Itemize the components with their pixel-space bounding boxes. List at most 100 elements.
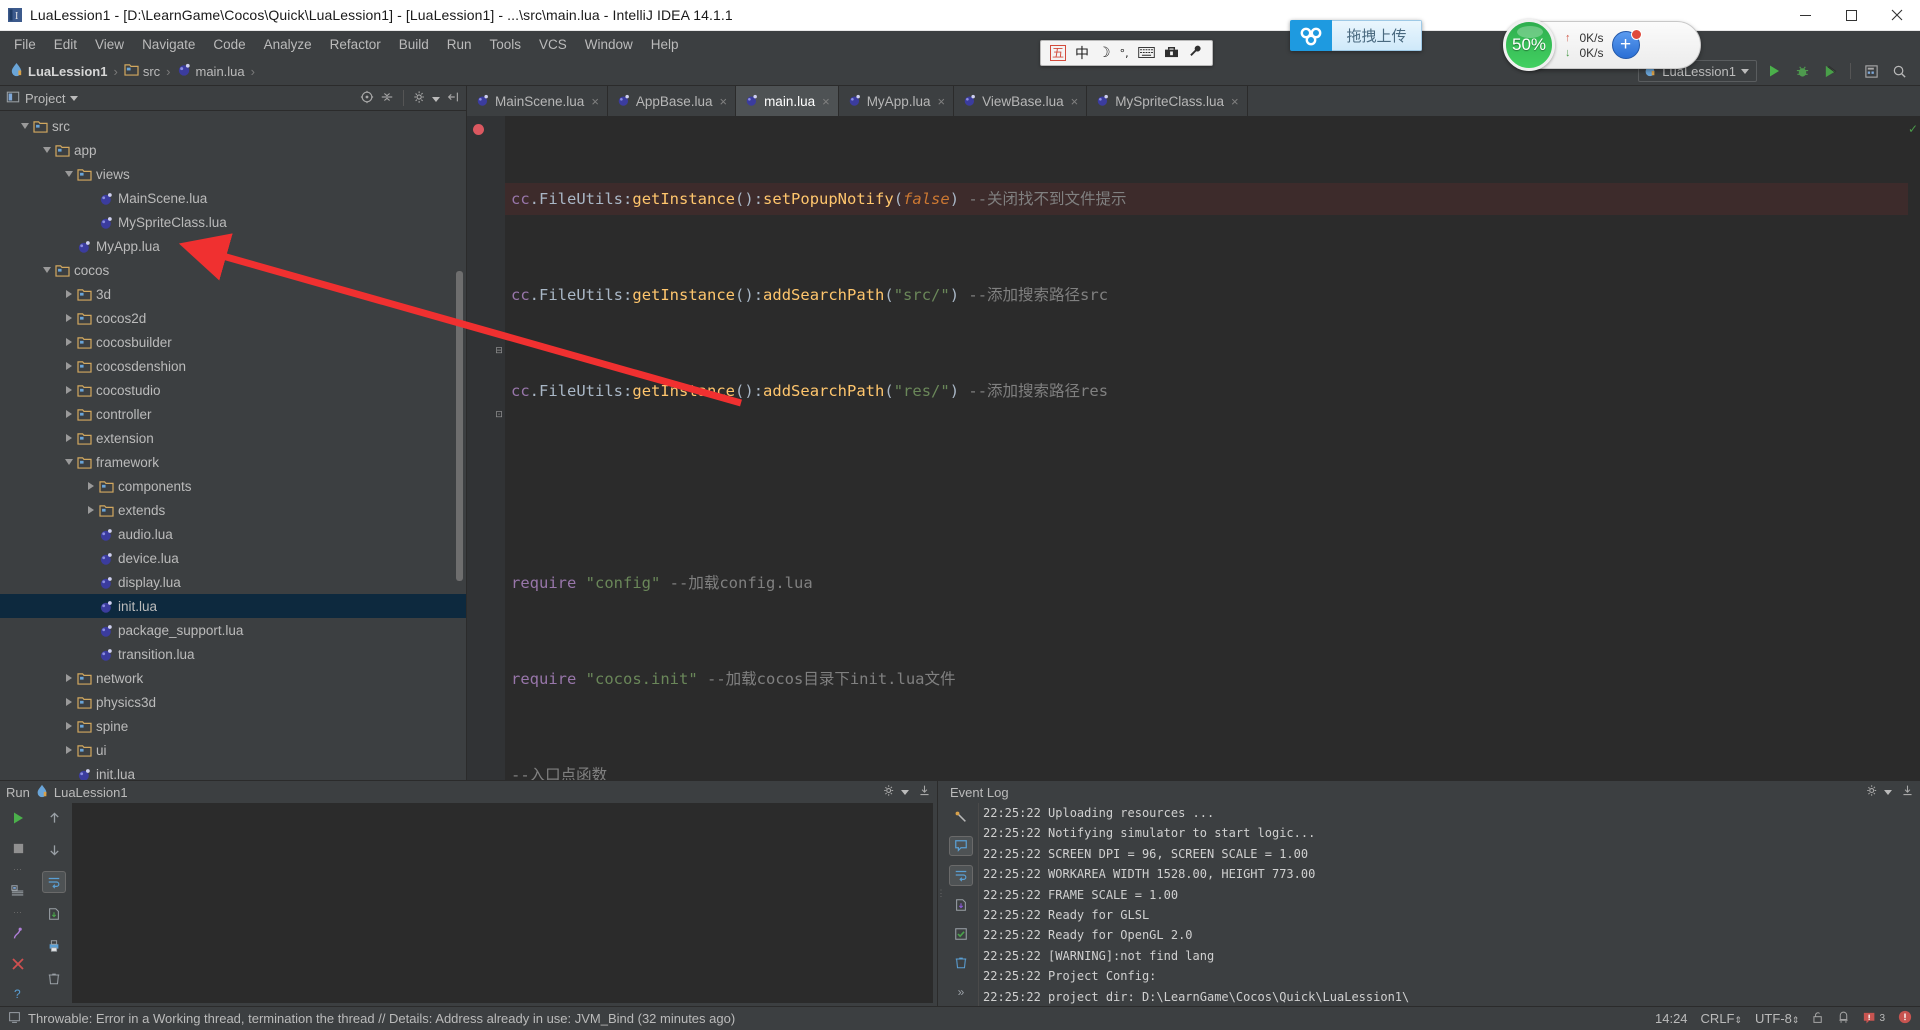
tree-item[interactable]: audio.lua <box>0 522 466 546</box>
chevron-down-icon[interactable] <box>40 264 53 277</box>
editor-tab[interactable]: MainScene.lua × <box>467 86 608 116</box>
lock-icon[interactable] <box>1812 1011 1824 1027</box>
project-tree[interactable]: src app views MainScene.lua MySpriteClass.lu… <box>0 111 466 780</box>
fold-column[interactable]: ⊟ ⊡ <box>493 116 505 780</box>
scroll-up-button[interactable] <box>42 807 66 829</box>
error-indicator-icon[interactable] <box>1898 1010 1912 1027</box>
search-everywhere-icon[interactable] <box>1888 60 1910 82</box>
chevron-right-icon[interactable] <box>62 672 75 685</box>
chevron-right-icon[interactable] <box>62 696 75 709</box>
menu-analyze[interactable]: Analyze <box>255 34 321 55</box>
event-log-gear-icon[interactable] <box>1866 784 1892 800</box>
breakpoint-icon[interactable] <box>473 124 484 135</box>
hector-inspection-icon[interactable] <box>1837 1010 1850 1027</box>
breadcrumb-project[interactable]: LuaLession1 <box>6 61 110 81</box>
close-run-tab-button[interactable] <box>6 953 30 975</box>
mark-all-read-button[interactable] <box>949 924 973 944</box>
menu-navigate[interactable]: Navigate <box>133 34 204 55</box>
tree-item[interactable]: transition.lua <box>0 642 466 666</box>
run-console-output[interactable] <box>72 803 933 1003</box>
ime-language-toggle[interactable]: 中 <box>1075 43 1089 63</box>
ime-mode-icon[interactable]: 五 <box>1050 45 1067 61</box>
close-icon[interactable]: × <box>937 94 945 109</box>
chevron-down-icon[interactable] <box>62 456 75 469</box>
tree-item[interactable]: physics3d <box>0 690 466 714</box>
tree-item[interactable]: src <box>0 114 466 138</box>
menu-refactor[interactable]: Refactor <box>321 34 390 55</box>
rerun-button[interactable] <box>6 807 30 829</box>
scroll-from-source-icon[interactable] <box>360 90 374 107</box>
chevron-right-icon[interactable] <box>62 336 75 349</box>
ime-punctuation-icon[interactable]: °, <box>1120 47 1129 60</box>
view-breakpoints-button[interactable] <box>6 880 30 902</box>
expand-toolbar-button[interactable]: » <box>949 982 973 1002</box>
clear-all-button[interactable] <box>42 967 66 989</box>
event-count-badge[interactable]: 3 <box>1863 1012 1885 1026</box>
menu-run[interactable]: Run <box>438 34 481 55</box>
editor-tab[interactable]: main.lua × <box>736 86 839 116</box>
debug-button[interactable] <box>1791 60 1813 82</box>
editor-tab[interactable]: MySpriteClass.lua × <box>1087 86 1248 116</box>
editor-gutter[interactable] <box>467 116 493 780</box>
editor-tab[interactable]: AppBase.lua × <box>607 86 737 116</box>
keyboard-icon[interactable] <box>1137 46 1155 61</box>
minimize-button[interactable] <box>1782 0 1828 31</box>
project-tree-scrollbar[interactable] <box>456 271 463 581</box>
tree-item[interactable]: extends <box>0 498 466 522</box>
stop-button[interactable] <box>6 837 30 859</box>
close-icon[interactable]: × <box>822 94 830 109</box>
breadcrumb-src[interactable]: src <box>121 62 163 80</box>
code-content[interactable]: cc.FileUtils:getInstance():setPopupNotif… <box>505 116 1920 780</box>
menu-view[interactable]: View <box>86 34 133 55</box>
tree-item[interactable]: views <box>0 162 466 186</box>
menu-code[interactable]: Code <box>204 34 254 55</box>
add-widget-button[interactable]: + <box>1611 29 1642 59</box>
editor-tab[interactable]: ViewBase.lua × <box>954 86 1088 116</box>
chevron-right-icon[interactable] <box>62 360 75 373</box>
fold-marker-end[interactable]: ⊡ <box>494 409 504 419</box>
settings-wrench-icon[interactable] <box>949 807 973 827</box>
close-icon[interactable]: × <box>1231 94 1239 109</box>
event-log-clear-button[interactable] <box>949 953 973 973</box>
tree-item[interactable]: extension <box>0 426 466 450</box>
project-structure-button[interactable] <box>1860 60 1882 82</box>
chevron-down-icon[interactable] <box>40 144 53 157</box>
scroll-down-button[interactable] <box>42 839 66 861</box>
thread-dump-button[interactable] <box>6 923 30 945</box>
tree-item[interactable]: network <box>0 666 466 690</box>
tree-item[interactable]: components <box>0 474 466 498</box>
chevron-down-icon[interactable] <box>62 168 75 181</box>
fold-marker-start[interactable]: ⊟ <box>494 345 504 355</box>
tree-item[interactable]: controller <box>0 402 466 426</box>
status-message[interactable]: Throwable: Error in a Working thread, te… <box>28 1011 735 1026</box>
event-log-hide-icon[interactable] <box>1901 784 1914 800</box>
ime-toolbar[interactable]: 五 中 ☽ °, <box>1040 40 1213 66</box>
run-button[interactable] <box>1763 60 1785 82</box>
chevron-right-icon[interactable] <box>62 432 75 445</box>
tree-item[interactable]: cocostudio <box>0 378 466 402</box>
show-balloons-button[interactable] <box>949 836 973 857</box>
tree-item[interactable]: cocos <box>0 258 466 282</box>
chevron-right-icon[interactable] <box>62 720 75 733</box>
ime-moon-icon[interactable]: ☽ <box>1098 45 1111 61</box>
line-separator-selector[interactable]: CRLF⇕ <box>1701 1011 1743 1026</box>
memory-percent-circle[interactable]: 50% <box>1503 19 1555 71</box>
tree-item[interactable]: init.lua <box>0 762 466 780</box>
chevron-right-icon[interactable] <box>62 384 75 397</box>
tree-item[interactable]: framework <box>0 450 466 474</box>
encoding-selector[interactable]: UTF-8⇕ <box>1755 1011 1799 1026</box>
toolbox-icon[interactable] <box>1164 45 1179 61</box>
menu-vcs[interactable]: VCS <box>530 34 576 55</box>
network-speed-widget[interactable]: 50% ↑ 0K/s ↓ 0K/s + <box>1503 19 1701 71</box>
tree-item[interactable]: package_support.lua <box>0 618 466 642</box>
menu-window[interactable]: Window <box>576 34 642 55</box>
chevron-right-icon[interactable] <box>62 312 75 325</box>
chevron-right-icon[interactable] <box>62 744 75 757</box>
tree-item[interactable]: MySpriteClass.lua <box>0 210 466 234</box>
tree-item[interactable]: cocosdenshion <box>0 354 466 378</box>
tree-item[interactable]: MyApp.lua <box>0 234 466 258</box>
tree-item[interactable]: cocosbuilder <box>0 330 466 354</box>
close-icon[interactable]: × <box>591 94 599 109</box>
tree-item[interactable]: init.lua <box>0 594 466 618</box>
chevron-down-icon[interactable] <box>18 120 31 133</box>
